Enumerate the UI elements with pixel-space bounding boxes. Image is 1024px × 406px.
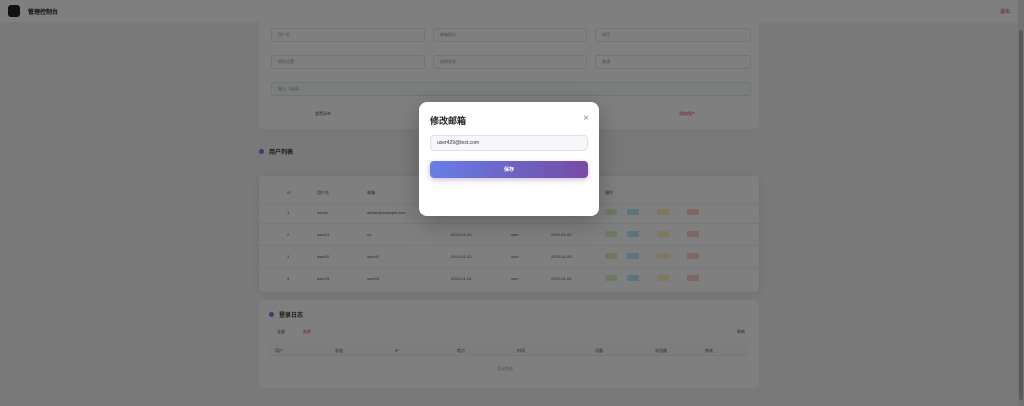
close-icon[interactable]: × xyxy=(583,114,589,124)
dialog-title: 修改邮箱 xyxy=(430,116,467,126)
email-input[interactable] xyxy=(430,135,588,151)
edit-email-dialog: 修改邮箱 × 保存 xyxy=(419,102,599,216)
save-button[interactable]: 保存 xyxy=(430,161,588,178)
